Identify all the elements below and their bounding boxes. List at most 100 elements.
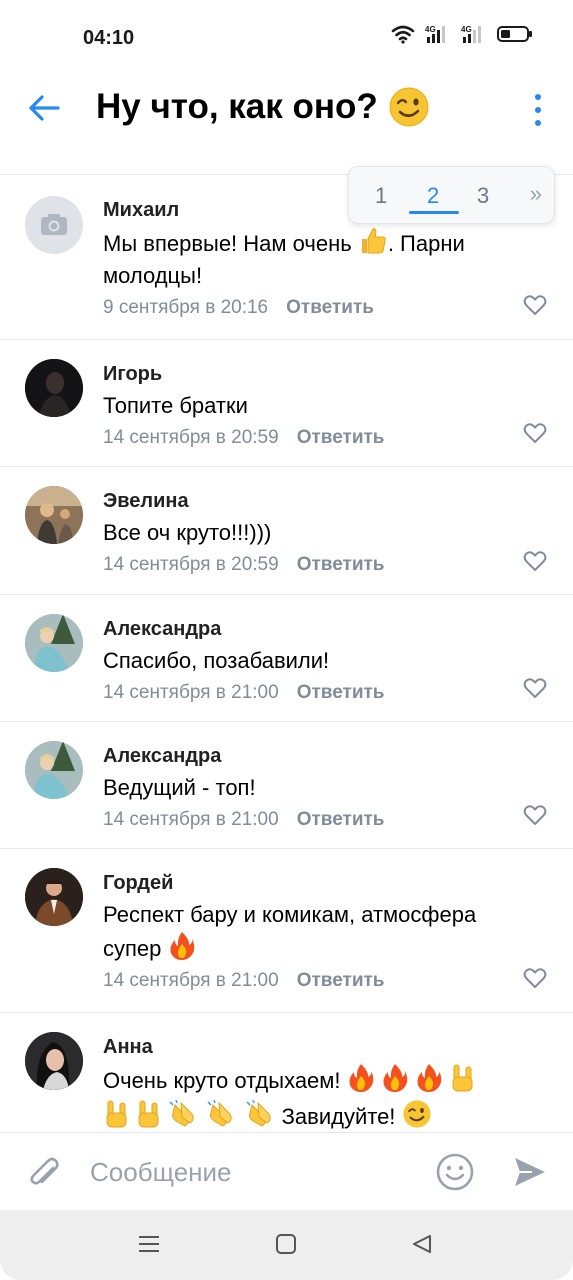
comment-author[interactable]: Александра: [103, 744, 513, 768]
avatar[interactable]: [25, 868, 83, 926]
comment-body: Александра Спасибо, позабавили! 14 сентя…: [103, 617, 513, 705]
attach-button[interactable]: [26, 1153, 62, 1193]
reply-button[interactable]: Ответить: [297, 682, 385, 703]
comment-date: 14 сентября в 21:00: [103, 682, 279, 703]
comment-item: Александра Ведущий - топ! 14 сентября в …: [0, 722, 573, 849]
comment-text-part: Очень круто отдыхаем!: [103, 1068, 347, 1093]
like-button[interactable]: [523, 677, 547, 699]
smiley-icon: [436, 1153, 474, 1191]
like-button[interactable]: [523, 294, 547, 316]
comment-meta: 9 сентября в 20:16 Ответить: [103, 296, 513, 320]
avatar[interactable]: [25, 359, 83, 417]
fire-icon: [417, 1064, 442, 1092]
comment-text: Ведущий - топ!: [103, 775, 256, 800]
home-button[interactable]: [274, 1232, 298, 1261]
comment-meta: 14 сентября в 21:00 Ответить: [103, 969, 513, 993]
page-title-text: Ну что, как оно?: [96, 87, 378, 126]
more-vertical-icon-dot: [535, 107, 541, 113]
like-button[interactable]: [523, 967, 547, 989]
heart-icon: [523, 295, 547, 315]
reply-button[interactable]: Ответить: [297, 809, 385, 830]
clapping-hands-icon: [169, 1099, 194, 1127]
winking-face-icon: [402, 1100, 431, 1128]
send-button[interactable]: [512, 1155, 548, 1189]
comment-body: Александра Ведущий - топ! 14 сентября в …: [103, 744, 513, 832]
message-composer: [0, 1132, 573, 1210]
comment-meta: 14 сентября в 20:59 Ответить: [103, 426, 513, 450]
like-button[interactable]: [523, 804, 547, 826]
fire-icon: [383, 1064, 408, 1092]
comment-body: Гордей Респект бару и комикам, атмосфера…: [103, 871, 513, 993]
comment-item: Эвелина Все оч круто!!!))) 14 сентября в…: [0, 467, 573, 595]
comment-author[interactable]: Анна: [103, 1035, 513, 1059]
avatar[interactable]: [25, 486, 83, 544]
page-1-link[interactable]: 1: [375, 183, 387, 209]
status-time: 04:10: [83, 27, 135, 49]
status-bar: 04:10 4G 4G: [0, 0, 573, 70]
comment-date: 14 сентября в 20:59: [103, 554, 279, 575]
comment-body: Анна Очень круто отдыхаем! Завидуйте!: [103, 1035, 513, 1132]
thumbs-up-icon: [361, 228, 386, 254]
page-3-link[interactable]: 3: [477, 183, 489, 209]
user-photo-icon: [25, 1032, 83, 1090]
comment-text: Все оч круто!!!))): [103, 520, 272, 545]
rock-hand-icon: [106, 1100, 127, 1128]
avatar[interactable]: [25, 741, 83, 799]
reply-button[interactable]: Ответить: [297, 427, 385, 448]
comment-body: Эвелина Все оч круто!!!))) 14 сентября в…: [103, 489, 513, 577]
comment-item: Игорь Топите братки 14 сентября в 20:59 О…: [0, 340, 573, 467]
rock-hand-icon: [452, 1064, 473, 1092]
comment-author[interactable]: Эвелина: [103, 489, 513, 513]
heart-icon: [523, 423, 547, 443]
recent-apps-button[interactable]: [137, 1232, 161, 1261]
network-label: 4G: [425, 25, 436, 34]
reply-button[interactable]: Ответить: [297, 970, 385, 991]
comment-text: Топите братки: [103, 393, 248, 418]
comment-author[interactable]: Гордей: [103, 871, 513, 895]
user-photo-icon: [25, 486, 83, 544]
back-button[interactable]: [24, 88, 64, 128]
like-button[interactable]: [523, 550, 547, 572]
comment-date: 9 сентября в 20:16: [103, 297, 269, 318]
reply-button[interactable]: Ответить: [297, 554, 385, 575]
comment-meta: 14 сентября в 21:00 Ответить: [103, 808, 513, 832]
comment-item: Александра Спасибо, позабавили! 14 сентя…: [0, 595, 573, 722]
wifi-icon: [391, 25, 415, 44]
user-photo-icon: [25, 614, 83, 672]
avatar[interactable]: [25, 1032, 83, 1090]
menu-icon: [139, 1236, 159, 1252]
paperclip-icon: [30, 1157, 59, 1185]
like-button[interactable]: [523, 422, 547, 444]
comments-list: Михаил Мы впервые! Нам очень . Парни мол…: [0, 176, 573, 1132]
comment-text: Спасибо, позабавили!: [103, 648, 330, 673]
user-photo-icon: [25, 868, 83, 926]
header: Ну что, как оно?: [0, 70, 573, 146]
camera-placeholder-icon: [41, 214, 67, 235]
page-2-link[interactable]: 2: [427, 183, 439, 209]
page-title: Ну что, как оно?: [96, 86, 430, 128]
home-square-icon: [276, 1234, 296, 1254]
comment-text-part: Завидуйте!: [275, 1104, 402, 1129]
current-page-indicator: [409, 211, 459, 214]
signal-4g-icon: 4G: [461, 25, 481, 43]
user-photo-icon: [25, 359, 83, 417]
system-back-button[interactable]: [410, 1232, 434, 1261]
next-pages-button[interactable]: »: [530, 181, 542, 207]
system-nav-bar: [0, 1210, 573, 1280]
heart-icon: [523, 678, 547, 698]
comment-date: 14 сентября в 21:00: [103, 970, 279, 991]
status-icons: 4G 4G: [391, 24, 533, 44]
comment-text-part: Респект бару и комикам, атмосфера супер: [103, 902, 477, 961]
comment-author[interactable]: Игорь: [103, 362, 513, 386]
avatar[interactable]: [25, 196, 83, 254]
avatar[interactable]: [25, 614, 83, 672]
reply-button[interactable]: Ответить: [286, 297, 374, 318]
message-input[interactable]: [90, 1147, 410, 1197]
comment-author[interactable]: Александра: [103, 617, 513, 641]
more-menu-button[interactable]: [527, 92, 549, 128]
emoji-button[interactable]: [436, 1153, 474, 1191]
comment-date: 14 сентября в 21:00: [103, 809, 279, 830]
comment-meta: 14 сентября в 21:00 Ответить: [103, 681, 513, 705]
clapping-hands-icon: [207, 1099, 232, 1127]
comment-text: Респект бару и комикам, атмосфера супер: [103, 899, 513, 965]
